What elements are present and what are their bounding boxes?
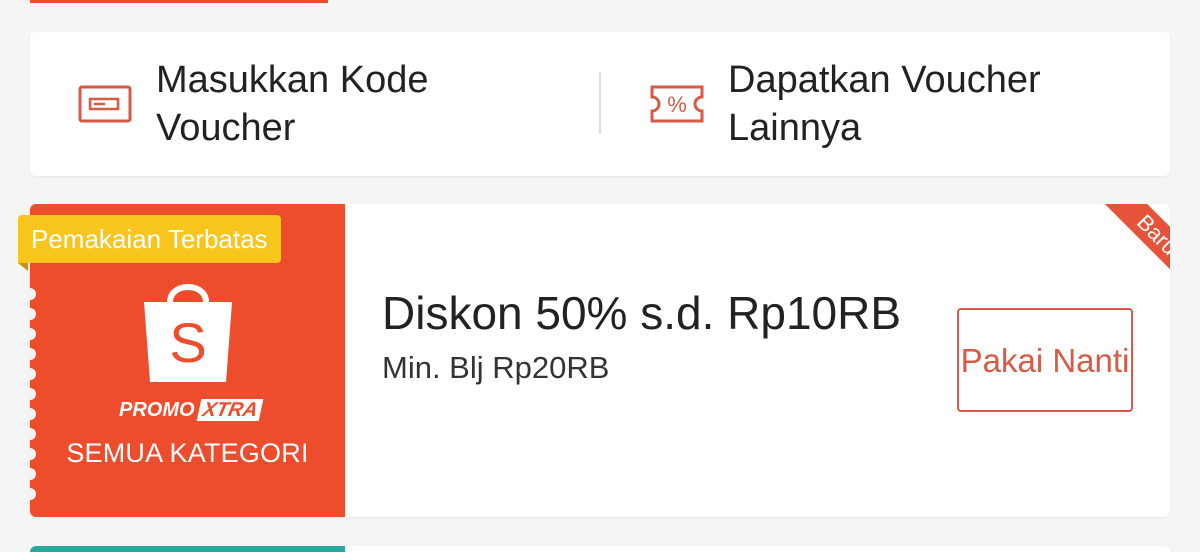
perforation-dot — [30, 368, 36, 380]
next-voucher-card[interactable] — [30, 546, 1170, 552]
enter-voucher-code-button[interactable]: Masukkan Kode Voucher — [30, 32, 600, 176]
perforation-dot — [30, 388, 36, 400]
voucher-category: SEMUA KATEGORI — [66, 438, 309, 468]
voucher-code-icon — [76, 81, 134, 127]
get-more-vouchers-button[interactable]: % Dapatkan Voucher Lainnya — [600, 32, 1170, 176]
get-more-vouchers-label: Dapatkan Voucher Lainnya — [728, 59, 1041, 149]
perforation-dot — [30, 348, 36, 360]
voucher-title: Diskon 50% s.d. Rp10RB — [382, 287, 902, 339]
perforation-dot — [30, 408, 36, 420]
promo-label: PROMO — [118, 398, 195, 421]
perforation-dot — [30, 488, 36, 500]
perforation-dot — [30, 288, 36, 300]
actions-divider — [599, 72, 601, 134]
voucher-min-spend: Min. Blj Rp20RB — [382, 350, 610, 385]
shopee-bag-icon: S — [140, 274, 236, 391]
promo-xtra-logo: PROMO XTRA — [110, 396, 270, 424]
perforation-dot — [30, 468, 36, 480]
svg-text:%: % — [667, 92, 687, 117]
new-ribbon: Baru — [1100, 204, 1170, 292]
new-ribbon-corner: Baru — [1074, 204, 1170, 300]
enter-voucher-code-label: Masukkan Kode Voucher — [156, 59, 429, 149]
perforation-dot — [30, 328, 36, 340]
voucher-actions-card: Masukkan Kode Voucher % Dapatkan Voucher… — [30, 32, 1170, 176]
xtra-label: XTRA — [196, 399, 264, 421]
perforation-dot — [30, 308, 36, 320]
use-later-button[interactable]: Pakai Nanti — [957, 308, 1133, 412]
badge-fold — [18, 263, 28, 271]
limited-use-badge: Pemakaian Terbatas — [18, 215, 281, 263]
shopee-logo-letter: S — [169, 311, 206, 374]
percent-ticket-icon: % — [648, 81, 706, 127]
top-tab-indicator — [30, 0, 328, 3]
